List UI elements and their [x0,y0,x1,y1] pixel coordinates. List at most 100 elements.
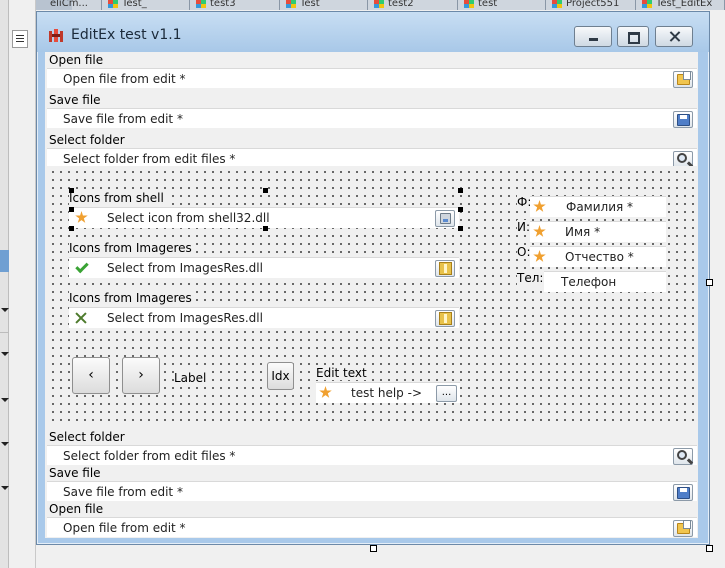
patronymic-edit[interactable]: Отчество * [530,246,666,267]
form-file-icon [374,0,384,8]
dropdown-arrow-icon[interactable] [1,308,9,312]
selection-handle[interactable] [69,226,74,231]
ide-side-separator [0,332,9,333]
open-file-label: Open file [49,502,104,516]
fio-prefix-phone: Тел: [517,271,544,285]
form-file-icon [642,0,652,8]
edit-text-label: Edit text [316,366,369,380]
open-file-edit[interactable]: Open file from edit * [47,517,697,537]
save-file-button[interactable] [673,484,693,501]
folder-icon [439,262,452,275]
form-file-icon [464,0,474,8]
window-title: EditEx test v1.1 [71,27,182,43]
group-label-imageres: Icons from Imageres [69,291,194,305]
title-bar[interactable]: EditEx test v1.1 [37,12,709,52]
maximize-button[interactable] [617,26,649,47]
form-file-icon [286,0,296,8]
ide-tab[interactable]: test [458,0,546,10]
star-icon [75,211,88,223]
design-panel[interactable]: Icons from shell Select icon from shell3… [47,166,697,426]
prev-button[interactable]: ‹ [72,357,110,394]
open-file-icon [677,71,691,85]
selection-handle[interactable] [69,207,74,212]
star-icon [533,225,546,237]
select-folder-edit[interactable]: Select folder from edit files * [47,148,697,168]
ide-tab[interactable]: Test [280,0,368,10]
form-window: EditEx test v1.1 Open file Open file fro… [36,11,710,545]
idx-button[interactable]: Idx [267,362,294,390]
selection-handle[interactable] [458,207,463,212]
magnifier-icon [677,450,687,460]
ide-tab[interactable]: eliCm... [46,0,102,10]
disk-icon [440,213,451,224]
save-file-icon [677,114,690,126]
selection-handle[interactable] [458,226,463,231]
dropdown-arrow-icon[interactable] [1,398,9,402]
star-icon [533,250,546,262]
fio-prefix-patronymic: О: [517,245,531,259]
edit-text-field[interactable]: test help -> ... [316,382,460,403]
ide-tab[interactable]: Project551 [546,0,636,10]
ide-tab[interactable]: test3 [190,0,280,10]
star-icon [533,200,546,212]
open-file-button[interactable] [673,71,693,88]
ide-side-selection [0,250,9,272]
open-file-button[interactable] [673,520,693,537]
phone-edit[interactable]: Телефон [544,271,666,292]
save-file-edit[interactable]: Save file from edit * [47,481,697,501]
fio-prefix-name: И: [517,220,531,234]
ellipsis-button[interactable]: ... [436,385,457,402]
save-file-label: Save file [49,466,101,480]
open-file-label: Open file [49,53,104,67]
ide-tab[interactable]: Test_EditEx [636,0,725,10]
resize-handle[interactable] [706,545,713,552]
select-folder-button[interactable] [673,448,693,465]
cross-icon [74,311,88,325]
form-client-area: Open file Open file from edit * Save fil… [45,52,698,538]
imageres-edit-2[interactable]: Select from ImagesRes.dll [69,307,459,328]
selection-handle[interactable] [69,188,74,193]
save-file-icon [677,487,690,499]
group-label-imageres: Icons from Imageres [69,241,194,255]
check-icon [75,259,89,274]
shell-icon-button[interactable] [435,210,455,227]
select-folder-edit[interactable]: Select folder from edit files * [47,445,697,465]
resize-handle[interactable] [706,279,713,286]
dropdown-arrow-icon[interactable] [1,352,9,356]
ide-tab[interactable]: test2 [368,0,458,10]
selection-handle[interactable] [458,188,463,193]
star-icon [319,386,332,398]
save-file-button[interactable] [673,111,693,128]
magnifier-icon [677,153,687,163]
app-logo-icon [49,29,63,42]
selection-handle[interactable] [263,226,268,231]
surname-edit[interactable]: Фамилия * [530,196,666,217]
close-button[interactable] [655,26,693,47]
imageres-button-2[interactable] [435,310,455,327]
minimize-button[interactable] [574,26,612,47]
ide-tabs-bar: eliCm... Test_ test3 Test test2 test Pro… [36,0,725,10]
select-folder-label: Select folder [49,430,125,444]
form-file-icon [196,0,206,8]
name-edit[interactable]: Имя * [530,221,666,242]
list-toggle-icon[interactable] [12,30,28,48]
selection-handle[interactable] [263,188,268,193]
open-file-edit[interactable]: Open file from edit * [47,68,697,88]
imageres-button-1[interactable] [435,260,455,277]
form-file-icon [108,0,118,8]
next-button[interactable]: › [122,357,160,394]
shell-icon-edit[interactable]: Select icon from shell32.dll [69,207,459,228]
ide-tab[interactable]: Test_ [102,0,190,10]
form-file-icon [552,0,562,8]
open-file-icon [677,520,691,534]
dropdown-arrow-icon[interactable] [1,486,9,490]
imageres-edit-1[interactable]: Select from ImagesRes.dll [69,257,459,278]
dropdown-arrow-icon[interactable] [1,442,9,446]
group-label-shell: Icons from shell [69,191,166,205]
resize-handle[interactable] [370,545,377,552]
static-label: Label [174,371,209,385]
ide-side-strip [0,0,9,568]
folder-icon [439,312,452,325]
save-file-edit[interactable]: Save file from edit * [47,108,697,128]
save-file-label: Save file [49,93,101,107]
